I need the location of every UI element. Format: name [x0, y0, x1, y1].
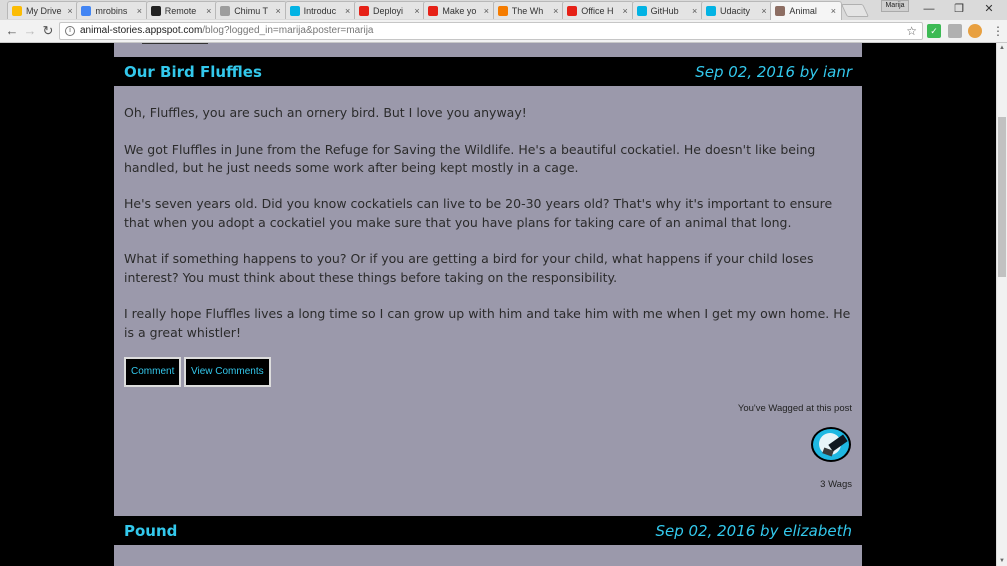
post-meta: Sep 02, 2016 by ianr [695, 62, 852, 81]
url-path: /blog?logged_in=marija&poster=marija [202, 25, 374, 36]
scroll-thumb[interactable] [998, 117, 1006, 277]
close-window-icon[interactable]: ✕ [974, 0, 1004, 18]
browser-menu-icon[interactable]: ⋮ [992, 23, 1004, 39]
post-paragraph: I really hope Fluffles lives a long time… [124, 306, 851, 340]
address-bar[interactable]: i animal-stories.appspot.com/blog?logged… [59, 22, 923, 40]
udacity-icon [289, 5, 300, 16]
tab-label: Office H [581, 5, 614, 16]
post-paragraph: We got Fluffles in June from the Refuge … [124, 141, 816, 175]
animal-icon [775, 6, 786, 16]
browser-tab[interactable]: Introduc × [284, 1, 357, 19]
posts-column: Our Bird Fluffles Sep 02, 2016 by ianr O… [114, 43, 862, 566]
extension-puzzle-icon[interactable] [948, 24, 962, 38]
browser-tab[interactable]: Chimu T × [215, 1, 288, 19]
tab-label: GitHub [650, 5, 679, 16]
forward-button[interactable]: → [21, 22, 39, 40]
page-viewport: Our Bird Fluffles Sep 02, 2016 by ianr O… [0, 43, 996, 566]
tab-close-icon[interactable]: × [828, 6, 838, 16]
tab-close-icon[interactable]: × [343, 6, 353, 16]
tab-close-icon[interactable]: × [620, 6, 630, 16]
extension-cookie-icon[interactable] [968, 24, 982, 38]
remote-icon [150, 5, 161, 16]
post-body: Oh, Fluffles, you are such an ornery bir… [124, 104, 852, 360]
tab-close-icon[interactable]: × [551, 6, 561, 16]
page-icon [220, 5, 231, 16]
tab-label: My Drive [26, 5, 62, 16]
bookmark-star-icon[interactable]: ☆ [906, 23, 917, 39]
browser-tab[interactable]: My Drive × [7, 1, 79, 19]
info-icon[interactable]: i [65, 26, 75, 36]
tab-close-icon[interactable]: × [273, 6, 283, 16]
comment-button[interactable]: Comment [124, 357, 182, 387]
post-paragraph: He's seven years old. Did you know cocka… [124, 196, 833, 230]
tab-close-icon[interactable]: × [134, 6, 144, 16]
tab-strip: My Drive × mrobins × Remote × Chimu T × Introduc… [0, 0, 1007, 20]
tab-close-icon[interactable]: × [65, 6, 75, 16]
tab-label: The Wh [511, 5, 544, 16]
tab-label: Chimu T [234, 5, 269, 16]
wagged-status: You've Wagged at this post [737, 403, 852, 414]
tab-close-icon[interactable]: × [204, 6, 214, 16]
browser-tab[interactable]: Udacity × [701, 1, 773, 19]
new-tab-button[interactable] [840, 4, 870, 17]
youtube-icon [428, 5, 439, 16]
udacity-icon [636, 5, 647, 16]
browser-tab[interactable]: The Wh × [492, 1, 565, 19]
tab-close-icon[interactable]: × [759, 6, 769, 16]
tab-label: Udacity [720, 5, 751, 16]
udacity-icon [706, 5, 716, 16]
post-header: Our Bird Fluffles Sep 02, 2016 by ianr [114, 57, 862, 86]
minimize-icon[interactable]: — [914, 0, 944, 18]
orange-icon [497, 5, 508, 16]
browser-tab[interactable]: GitHub × [631, 1, 704, 19]
browser-tab[interactable]: Animal × [770, 1, 843, 20]
tab-close-icon[interactable]: × [690, 6, 700, 16]
drive-icon [12, 5, 22, 16]
tab-close-icon[interactable]: × [481, 6, 491, 16]
browser-toolbar: ← → ↻ i animal-stories.appspot.com/blog?… [0, 20, 1007, 43]
tab-label: mrobins [95, 5, 128, 16]
profile-button[interactable]: Marija [881, 0, 909, 12]
tab-label: Animal [789, 6, 817, 16]
post-title[interactable]: Our Bird Fluffles [124, 63, 262, 81]
page-scrollbar[interactable]: ▲ ▼ [996, 43, 1007, 566]
scroll-up-icon[interactable]: ▲ [997, 43, 1007, 53]
reload-button[interactable]: ↻ [39, 22, 57, 40]
restore-icon[interactable]: ❐ [944, 0, 974, 18]
browser-tab[interactable]: Office H × [562, 1, 635, 19]
tab-label: Remote [164, 5, 197, 16]
browser-tab[interactable]: mrobins × [76, 1, 149, 19]
browser-tab[interactable]: Remote × [145, 1, 218, 19]
doc-icon [81, 5, 92, 16]
post-paragraph: What if something happens to you? Or if … [124, 251, 814, 285]
extension-shield-icon[interactable]: ✓ [927, 24, 941, 38]
tab-label: Introduc [303, 5, 337, 16]
browser-tab[interactable]: Deployi × [354, 1, 426, 19]
wag-paw-icon[interactable] [811, 427, 851, 462]
previous-element-edge [142, 43, 208, 44]
url-host: animal-stories.appspot.com [80, 25, 203, 36]
tab-close-icon[interactable]: × [412, 6, 422, 16]
post-meta: Sep 02, 2016 by elizabeth [655, 521, 852, 540]
youtube-icon [359, 5, 369, 16]
scroll-down-icon[interactable]: ▼ [997, 556, 1007, 566]
tab-label: Make yo [442, 5, 477, 16]
post-header: Pound Sep 02, 2016 by elizabeth [114, 516, 862, 545]
view-comments-button[interactable]: View Comments [184, 357, 271, 387]
back-button[interactable]: ← [3, 22, 21, 40]
wag-count: 3 Wags [820, 479, 852, 490]
browser-tab[interactable]: Make yo × [423, 1, 496, 19]
tab-label: Deployi [373, 5, 404, 16]
youtube-icon [567, 5, 578, 16]
post-title[interactable]: Pound [124, 522, 177, 540]
post-paragraph: Oh, Fluffles, you are such an ornery bir… [124, 105, 527, 120]
